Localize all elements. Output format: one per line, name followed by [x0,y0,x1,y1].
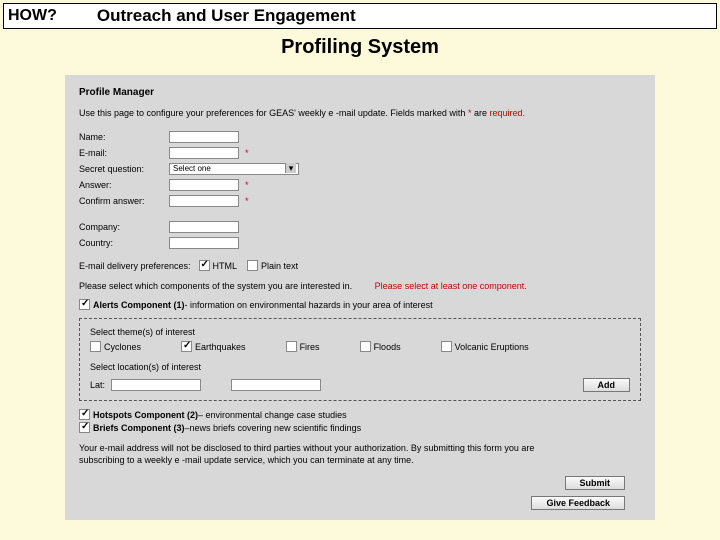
checkbox-plain[interactable] [247,260,258,271]
intro-req: required. [489,108,525,118]
star-confirm: * [245,196,249,206]
checkbox-cyclones[interactable] [90,341,101,352]
input-company[interactable] [169,221,239,233]
theme-fires: Fires [286,341,320,352]
row-email: E-mail: * [79,146,641,160]
themes-label: Select theme(s) of interest [90,327,630,337]
comp1-title: Alerts Component (1) [93,300,185,310]
label-cyclones: Cyclones [104,342,141,352]
comp2-title: Hotspots Component (2) [93,410,198,420]
input-lon[interactable] [231,379,321,391]
loc-label: Select location(s) of interest [90,362,630,372]
intro-text: Use this page to configure your preferen… [79,108,641,118]
label-plain: Plain text [261,261,298,271]
checkbox-floods[interactable] [360,341,371,352]
theme-earthquakes: Earthquakes [181,341,246,352]
banner-title: Outreach and User Engagement [97,6,356,26]
themes-box: Select theme(s) of interest Cyclones Ear… [79,318,641,401]
star-answer: * [245,180,249,190]
theme-cyclones: Cyclones [90,341,141,352]
label-name: Name: [79,132,169,142]
row-comp3: Briefs Component (3) –news briefs coveri… [79,422,641,433]
checkbox-earthquakes[interactable] [181,341,192,352]
row-secret: Secret question: Select one [79,162,641,176]
row-answer: Answer: * [79,178,641,192]
label-html: HTML [213,261,238,271]
add-button[interactable]: Add [583,378,631,392]
row-delivery-pref: E-mail delivery preferences: HTML Plain … [79,260,641,271]
input-answer[interactable] [169,179,239,191]
comp3-desc: –news briefs covering new scientific fin… [185,423,362,433]
label-email: E-mail: [79,148,169,158]
label-lat: Lat: [90,380,105,390]
top-banner: HOW? Outreach and User Engagement [3,3,717,29]
label-country: Country: [79,238,169,248]
label-volcanic: Volcanic Eruptions [455,342,529,352]
label-secret: Secret question: [79,164,169,174]
input-name[interactable] [169,131,239,143]
row-name: Name: [79,130,641,144]
disclaimer: Your e-mail address will not be disclose… [79,443,559,466]
how-label: HOW? [8,7,57,25]
label-confirm: Confirm answer: [79,196,169,206]
input-email[interactable] [169,147,239,159]
row-confirm: Confirm answer: * [79,194,641,208]
panel-header: Profile Manager [79,87,641,98]
checkbox-volcanic[interactable] [441,341,452,352]
page-subtitle: Profiling System [0,36,720,59]
profile-panel: Profile Manager Use this page to configu… [65,75,655,520]
intro-b: -mail update. Fields marked with [336,108,468,118]
comp-select-text: Please select which components of the sy… [79,281,352,291]
input-lat[interactable] [111,379,201,391]
comp2-desc: – environmental change case studies [198,410,347,420]
submit-button[interactable]: Submit [565,476,626,490]
label-pref: E-mail delivery preferences: [79,261,191,271]
label-company: Company: [79,222,169,232]
feedback-button[interactable]: Give Feedback [531,496,625,510]
row-company: Company: [79,220,641,234]
label-earthquakes: Earthquakes [195,342,246,352]
loc-row: Lat: Add [90,378,630,392]
theme-floods: Floods [360,341,401,352]
input-confirm[interactable] [169,195,239,207]
footer-buttons: Submit Give Feedback [531,476,625,510]
label-fires: Fires [300,342,320,352]
themes-row: Cyclones Earthquakes Fires Floods Volcan… [90,341,630,352]
comp-select-sub: Please select at least one component. [375,281,527,291]
row-comp2: Hotspots Component (2) – environmental c… [79,409,641,420]
label-answer: Answer: [79,180,169,190]
select-secret[interactable]: Select one [169,163,299,175]
input-country[interactable] [169,237,239,249]
intro-c: are [474,108,490,118]
checkbox-html[interactable] [199,260,210,271]
comp3-title: Briefs Component (3) [93,423,185,433]
star-email: * [245,148,249,158]
row-comp1: Alerts Component (1) - information on en… [79,299,641,310]
label-floods: Floods [374,342,401,352]
intro-star: * [468,108,472,118]
row-country: Country: [79,236,641,250]
checkbox-comp1[interactable] [79,299,90,310]
component-instruction: Please select which components of the sy… [79,281,641,291]
theme-volcanic: Volcanic Eruptions [441,341,529,352]
comp1-desc: - information on environmental hazards i… [185,300,433,310]
intro-a: Use this page to configure your preferen… [79,108,333,118]
checkbox-comp3[interactable] [79,422,90,433]
checkbox-fires[interactable] [286,341,297,352]
checkbox-comp2[interactable] [79,409,90,420]
